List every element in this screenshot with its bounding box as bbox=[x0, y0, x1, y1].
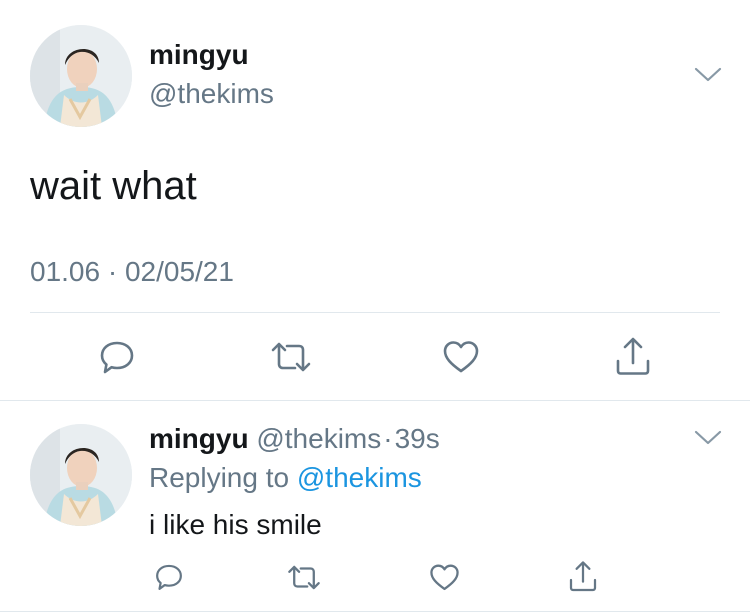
display-name[interactable]: mingyu bbox=[149, 423, 249, 454]
reply-header: mingyu @thekims·39s bbox=[149, 422, 440, 456]
profile-photo bbox=[30, 424, 132, 526]
reply-icon bbox=[100, 341, 134, 374]
tweet-time[interactable]: 39s bbox=[395, 423, 440, 454]
retweet-button[interactable] bbox=[284, 560, 324, 594]
retweet-button[interactable] bbox=[268, 336, 314, 378]
share-button[interactable] bbox=[565, 558, 601, 594]
profile-photo bbox=[30, 25, 132, 127]
like-icon bbox=[429, 564, 459, 590]
retweet-icon bbox=[288, 565, 320, 589]
share-icon bbox=[569, 561, 597, 592]
like-button[interactable] bbox=[440, 336, 482, 378]
tweet-timestamp[interactable]: 01.06 · 02/05/21 bbox=[30, 255, 234, 289]
divider bbox=[30, 312, 720, 313]
like-icon bbox=[443, 341, 479, 373]
replying-to-link[interactable]: @thekims bbox=[297, 462, 422, 493]
chevron-down-icon[interactable] bbox=[694, 67, 722, 83]
replying-to: Replying to @thekims bbox=[149, 461, 422, 495]
reply-button[interactable] bbox=[96, 336, 138, 378]
divider bbox=[0, 611, 750, 612]
avatar[interactable] bbox=[30, 424, 132, 526]
retweet-icon bbox=[271, 342, 311, 372]
separator: · bbox=[383, 423, 393, 454]
tweet-text: i like his smile bbox=[149, 509, 322, 540]
user-handle[interactable]: @thekims bbox=[256, 423, 381, 454]
share-button[interactable] bbox=[612, 334, 654, 378]
avatar[interactable] bbox=[30, 25, 132, 127]
reply-button[interactable] bbox=[152, 560, 186, 594]
chevron-down-icon[interactable] bbox=[694, 430, 722, 446]
reply-icon bbox=[156, 564, 182, 590]
share-icon bbox=[616, 337, 650, 375]
tweet-text: wait what bbox=[30, 164, 197, 208]
user-handle[interactable]: @thekims bbox=[149, 77, 274, 111]
display-name[interactable]: mingyu bbox=[149, 38, 249, 72]
like-button[interactable] bbox=[426, 560, 462, 594]
replying-label: Replying to bbox=[149, 462, 290, 493]
divider bbox=[0, 400, 750, 401]
